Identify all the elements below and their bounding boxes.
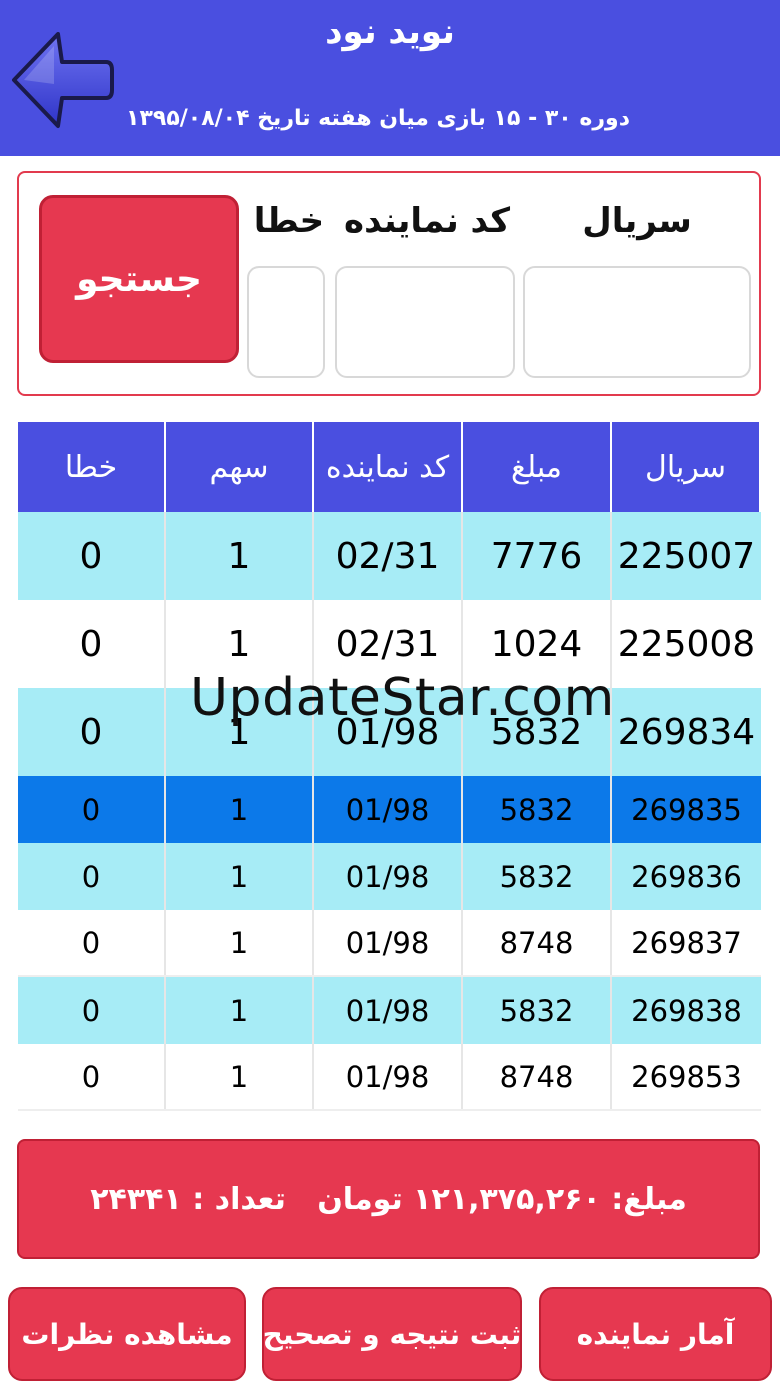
table-row[interactable]: 0 1 02/31 7776 225007 — [18, 512, 761, 600]
cell-serial: 269837 — [631, 925, 742, 960]
cell-agent-code: 02/31 — [314, 600, 463, 688]
cell-share: 1 — [166, 512, 314, 600]
cell-error: 0 — [18, 688, 166, 776]
cell-amount: 5832 — [463, 977, 612, 1044]
column-header-error[interactable]: خطا — [18, 422, 166, 512]
cell-agent-code: 01/98 — [314, 688, 463, 776]
cell-amount: 8748 — [463, 1044, 612, 1109]
cell-agent-code: 02/31 — [314, 512, 463, 600]
summary-bar: مبلغ: ۱۲۱,۳۷۵,۲۶۰ تومان تعداد : ۲۴۳۴۱ — [17, 1139, 760, 1259]
submit-result-button[interactable]: ثبت نتیجه و تصحیح — [262, 1287, 522, 1381]
column-header-share[interactable]: سهم — [166, 422, 314, 512]
cell-serial: 269853 — [631, 1059, 742, 1094]
table-row[interactable]: 0 1 01/98 5832 269836 — [18, 843, 761, 910]
cell-error: 0 — [18, 1044, 166, 1109]
cell-amount: 5832 — [463, 776, 612, 843]
cell-agent-code: 01/98 — [314, 977, 463, 1044]
cell-share: 1 — [166, 843, 314, 910]
cell-amount: 1024 — [463, 600, 612, 688]
table-row[interactable]: 0 1 01/98 8748 269837 — [18, 910, 761, 977]
cell-error: 0 — [18, 977, 166, 1044]
cell-share: 1 — [166, 600, 314, 688]
error-input[interactable] — [247, 266, 325, 378]
cell-share: 1 — [166, 977, 314, 1044]
cell-serial: 269836 — [631, 859, 742, 894]
cell-serial: 269834 — [617, 711, 756, 753]
table-row[interactable]: 0 1 01/98 5832 269834 — [18, 688, 761, 776]
cell-agent-code: 01/98 — [314, 843, 463, 910]
cell-amount: 7776 — [463, 512, 612, 600]
table-header-row: خطا سهم کد نماینده مبلغ سریال — [18, 422, 761, 512]
table-row[interactable]: 0 1 01/98 8748 269853 — [18, 1044, 761, 1111]
cell-amount: 8748 — [463, 910, 612, 975]
serial-field-label: سریال — [582, 201, 692, 241]
table-row[interactable]: 0 1 02/31 1024 225008 — [18, 600, 761, 688]
cell-amount: 5832 — [463, 843, 612, 910]
cell-share: 1 — [166, 910, 314, 975]
agent-code-field-label: کد نماینده — [344, 201, 510, 241]
error-field-label: خطا — [253, 201, 325, 241]
cell-amount: 5832 — [463, 688, 612, 776]
view-comments-button[interactable]: مشاهده نظرات — [8, 1287, 246, 1381]
cell-agent-code: 01/98 — [314, 910, 463, 975]
cell-serial: 225008 — [617, 623, 756, 665]
cell-serial: 269835 — [631, 792, 742, 827]
search-panel: جستجو خطا کد نماینده سریال — [17, 171, 761, 396]
cell-agent-code: 01/98 — [314, 776, 463, 843]
table-row[interactable]: 0 1 01/98 5832 269838 — [18, 977, 761, 1044]
cell-error: 0 — [18, 910, 166, 975]
app-header: نوید نود دوره ۳۰ - ۱۵ بازی میان هفته تار… — [0, 0, 780, 156]
cell-agent-code: 01/98 — [314, 1044, 463, 1109]
cell-serial: 225007 — [617, 535, 756, 577]
cell-error: 0 — [18, 512, 166, 600]
cell-error: 0 — [18, 600, 166, 688]
agent-code-input[interactable] — [335, 266, 515, 378]
cell-share: 1 — [166, 1044, 314, 1109]
serial-input[interactable] — [523, 266, 751, 378]
agent-stats-button[interactable]: آمار نماینده — [539, 1287, 772, 1381]
cell-error: 0 — [18, 776, 166, 843]
cell-share: 1 — [166, 776, 314, 843]
search-button[interactable]: جستجو — [39, 195, 239, 363]
period-subtitle: دوره ۳۰ - ۱۵ بازی میان هفته تاریخ ۱۳۹۵/۰… — [126, 106, 630, 131]
cell-share: 1 — [166, 688, 314, 776]
column-header-agent-code[interactable]: کد نماینده — [314, 422, 463, 512]
column-header-amount[interactable]: مبلغ — [463, 422, 612, 512]
page-title: نوید نود — [325, 12, 455, 52]
results-table: خطا سهم کد نماینده مبلغ سریال 0 1 02/31 … — [18, 422, 761, 1111]
cell-serial: 269838 — [631, 993, 742, 1028]
table-row-selected[interactable]: 0 1 01/98 5832 269835 — [18, 776, 761, 843]
column-header-serial[interactable]: سریال — [612, 422, 761, 512]
cell-error: 0 — [18, 843, 166, 910]
